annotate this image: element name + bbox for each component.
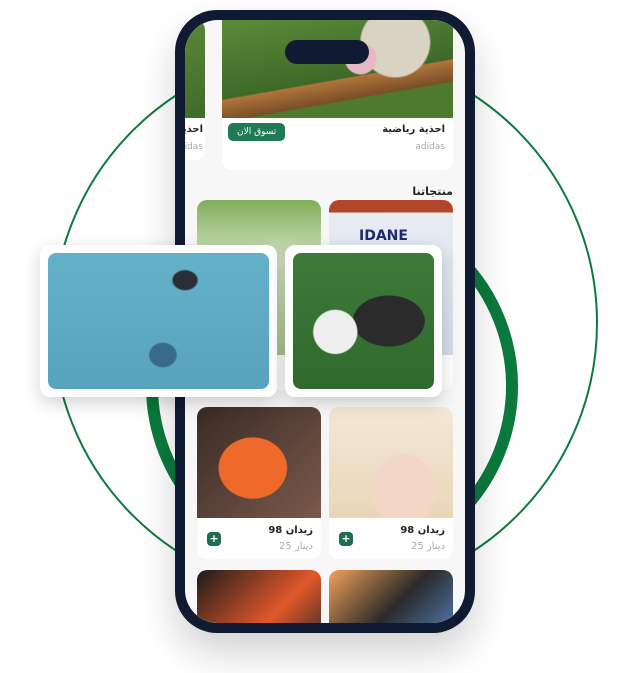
banner-image: [222, 20, 453, 118]
banner-card-partial[interactable]: احذية adidas: [185, 20, 205, 160]
banner-brand: adidas: [185, 142, 203, 152]
add-to-cart-button[interactable]: +: [339, 532, 353, 546]
product-price: 25 دينار: [410, 541, 445, 552]
floating-image-card: [40, 245, 277, 397]
product-card[interactable]: [197, 570, 321, 623]
flying-boots-image: [48, 253, 269, 389]
product-card[interactable]: زيدان 98 25 دينار +: [329, 407, 453, 559]
product-image: [197, 570, 321, 623]
ball-and-boots-image: [293, 253, 434, 389]
banner-title: احذية رياضية: [382, 124, 445, 135]
product-card[interactable]: زيدان 98 25 دينار +: [197, 407, 321, 559]
banner-image: [185, 20, 205, 118]
product-image: [329, 407, 453, 518]
banner-brand: adidas: [415, 142, 445, 152]
section-title: منتجاتنا: [412, 185, 453, 198]
product-name: زيدان 98: [268, 525, 313, 536]
banner-title: احذية: [185, 124, 203, 135]
floating-image-card: [285, 245, 442, 397]
product-image: [197, 407, 321, 518]
product-name: زيدان 98: [400, 525, 445, 536]
product-card[interactable]: [329, 570, 453, 623]
shop-now-button[interactable]: تسوق الان: [228, 123, 286, 141]
add-to-cart-button[interactable]: +: [207, 532, 221, 546]
phone-notch: [285, 40, 369, 64]
product-price: 25 دينار: [278, 541, 313, 552]
jersey-print: IDANE: [359, 228, 408, 244]
product-image: [329, 570, 453, 623]
